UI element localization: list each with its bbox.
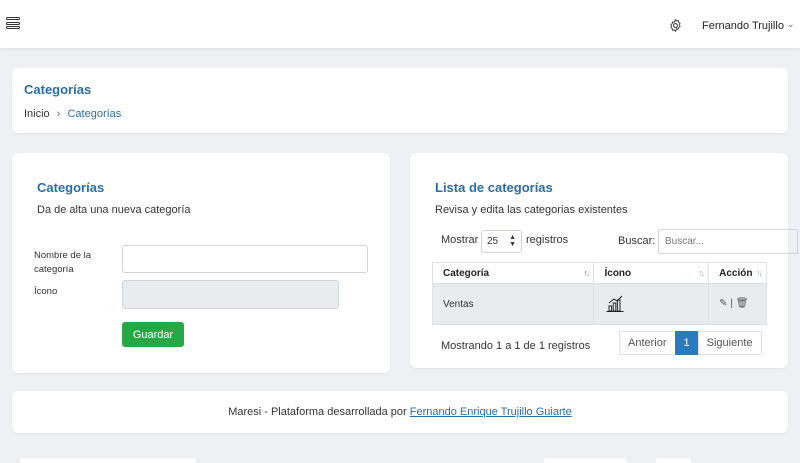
offscreen-card bbox=[544, 458, 626, 463]
cell-accion: ✎ | 🗑 bbox=[709, 284, 767, 325]
column-header-categoria[interactable]: Categoría ↑↓ bbox=[433, 262, 595, 284]
icon-label: Ícono bbox=[34, 286, 58, 297]
breadcrumb-home[interactable]: Inicio bbox=[24, 108, 50, 120]
table-header-row: Categoría ↑↓ Ícono ↑↓ Acción ↑↓ bbox=[432, 262, 767, 284]
form-subtitle: Da de alta una nueva categoría bbox=[37, 204, 191, 216]
category-name-input[interactable] bbox=[122, 245, 368, 273]
icon-input[interactable] bbox=[122, 280, 339, 309]
page-size-select[interactable]: 25 ▲ ▼ bbox=[481, 230, 522, 253]
select-arrows-icon: ▲ ▼ bbox=[509, 234, 516, 248]
category-form-card: Categorías Da de alta una nueva categorí… bbox=[12, 153, 390, 373]
footer-text: Maresi - Plataforma desarrollada por Fer… bbox=[12, 406, 788, 418]
search-label: Buscar: bbox=[618, 235, 656, 247]
categories-table: Categoría ↑↓ Ícono ↑↓ Acción ↑↓ Ventas ✎… bbox=[432, 262, 767, 325]
column-label: Acción bbox=[719, 268, 753, 279]
top-navbar: Fernando Trujillo ⌄ bbox=[0, 0, 800, 48]
chevron-down-icon[interactable]: ⌄ bbox=[787, 19, 795, 30]
footer-card: Maresi - Plataforma desarrollada por Fer… bbox=[12, 391, 788, 433]
column-header-accion[interactable]: Acción ↑↓ bbox=[709, 262, 767, 284]
name-label: Nombre de la categoría bbox=[34, 250, 92, 275]
save-button[interactable]: Guardar bbox=[122, 322, 184, 347]
list-subtitle: Revisa y edita las categorias existentes bbox=[435, 204, 628, 216]
category-list-card: Lista de categorías Revisa y edita las c… bbox=[410, 153, 798, 368]
page-header-card: Categorías Inicio › Categorías bbox=[12, 68, 788, 133]
sort-asc-icon: ↑↓ bbox=[583, 268, 590, 278]
page-size-value: 25 bbox=[487, 236, 499, 247]
breadcrumb-separator-icon: › bbox=[56, 108, 61, 120]
user-menu[interactable]: Fernando Trujillo bbox=[702, 20, 784, 32]
bar-chart-icon bbox=[606, 295, 624, 312]
form-title: Categorías bbox=[37, 180, 105, 195]
action-separator: | bbox=[730, 298, 733, 309]
column-label: Categoría bbox=[443, 268, 490, 279]
pagination: Anterior 1 Siguiente bbox=[619, 331, 762, 355]
menu-icon[interactable] bbox=[6, 17, 20, 33]
footer-credit: Maresi - Plataforma desarrollada por bbox=[228, 406, 410, 418]
show-label: Mostrar bbox=[441, 234, 479, 246]
sort-icon: ↑↓ bbox=[756, 268, 763, 278]
column-header-icono[interactable]: Ícono ↑↓ bbox=[594, 262, 710, 284]
pagination-next[interactable]: Siguiente bbox=[697, 331, 762, 355]
breadcrumb: Inicio › Categorías bbox=[24, 108, 121, 120]
page-title: Categorías bbox=[24, 82, 92, 97]
breadcrumb-current: Categorías bbox=[67, 108, 122, 120]
pagination-prev[interactable]: Anterior bbox=[619, 331, 676, 355]
table-info: Mostrando 1 a 1 de 1 registros bbox=[441, 340, 591, 352]
action-buttons: ✎ | 🗑 bbox=[719, 298, 748, 309]
edit-icon[interactable]: ✎ bbox=[719, 298, 727, 309]
trash-icon[interactable]: 🗑 bbox=[736, 298, 749, 309]
list-title: Lista de categorías bbox=[435, 180, 553, 195]
records-label: registros bbox=[526, 234, 569, 246]
pagination-page-1[interactable]: 1 bbox=[674, 331, 699, 355]
gear-icon[interactable] bbox=[668, 18, 683, 33]
search-input[interactable]: Buscar... bbox=[658, 229, 798, 254]
offscreen-card bbox=[20, 458, 196, 463]
author-link[interactable]: Fernando Enrique Trujillo Guiarte bbox=[410, 406, 572, 418]
column-label: Ícono bbox=[604, 268, 632, 279]
offscreen-card bbox=[656, 458, 691, 463]
cell-icono bbox=[594, 284, 710, 325]
cell-categoria: Ventas bbox=[433, 284, 595, 325]
sort-icon: ↑↓ bbox=[698, 268, 705, 278]
table-row: Ventas ✎ | 🗑 bbox=[432, 284, 767, 325]
